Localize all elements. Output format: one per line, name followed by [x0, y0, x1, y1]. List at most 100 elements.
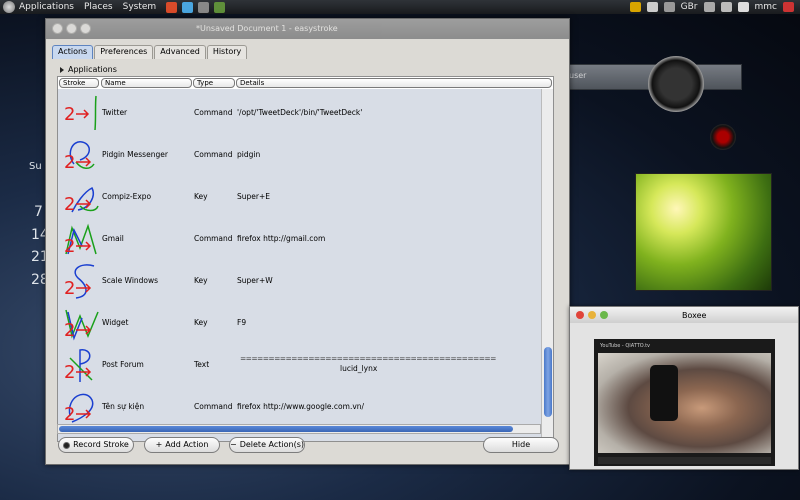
mail-icon[interactable] — [703, 2, 715, 12]
row-type: Command — [194, 234, 233, 243]
desktop-photo — [635, 173, 772, 291]
row-type: Command — [194, 108, 233, 117]
column-name[interactable]: Name — [101, 78, 192, 88]
tab-history[interactable]: History — [206, 45, 248, 59]
svg-text:2: 2 — [64, 104, 75, 125]
table-row[interactable]: 2 Pidgin Messenger Command pidgin — [58, 134, 553, 176]
ubuntu-logo-icon[interactable] — [3, 1, 15, 13]
background-window-label: user — [569, 71, 587, 80]
tree-header: Stroke Name Type Details — [58, 77, 553, 89]
record-stroke-button[interactable]: Record Stroke — [58, 437, 134, 453]
svg-text:2: 2 — [64, 194, 75, 215]
boxee-titlebar[interactable]: Boxee — [570, 307, 798, 323]
horizontal-scrollbar-thumb[interactable] — [59, 426, 513, 432]
terminal-launcher-icon[interactable] — [198, 1, 210, 13]
table-row[interactable]: 2 Tên sự kiện Command firefox http://www… — [58, 386, 553, 428]
notification-icon[interactable] — [629, 2, 641, 12]
group-expander[interactable]: Applications — [60, 65, 117, 74]
easystroke-window: *Unsaved Document 1 - easystroke Actions… — [45, 18, 570, 465]
table-row[interactable]: 2 Compiz-Expo Key Super+E — [58, 176, 553, 218]
window-titlebar[interactable]: *Unsaved Document 1 - easystroke — [46, 19, 569, 39]
row-details-separator: ========================================… — [240, 354, 496, 363]
vertical-scrollbar-thumb[interactable] — [544, 347, 552, 417]
minimize-icon[interactable] — [66, 23, 77, 34]
volume-icon[interactable] — [720, 2, 732, 12]
tab-bar: Actions Preferences Advanced History — [52, 45, 248, 59]
plus-icon: + — [155, 440, 163, 449]
delete-action-label: Delete Action(s) — [239, 440, 304, 449]
phone-image — [650, 365, 678, 421]
close-icon[interactable] — [52, 23, 63, 34]
row-details: Super+W — [237, 276, 273, 285]
row-details: F9 — [237, 318, 247, 327]
group-label: Applications — [68, 65, 117, 74]
tab-preferences[interactable]: Preferences — [94, 45, 154, 59]
mail-launcher-icon[interactable] — [182, 1, 194, 13]
app-launcher-icon[interactable] — [214, 1, 226, 13]
svg-text:2: 2 — [64, 236, 75, 257]
row-name: Pidgin Messenger — [102, 150, 168, 159]
power-icon[interactable] — [783, 2, 794, 12]
network-icon[interactable] — [646, 2, 658, 12]
cpu-gauge-icon — [648, 56, 704, 112]
row-type: Command — [194, 150, 233, 159]
row-name: Tên sự kiện — [102, 402, 145, 411]
add-action-button[interactable]: + Add Action — [144, 437, 220, 453]
firefox-launcher-icon[interactable] — [166, 1, 178, 13]
row-details: pidgin — [237, 150, 261, 159]
keyboard-layout[interactable]: GBr — [681, 2, 698, 12]
row-details: Super+E — [237, 192, 270, 201]
minus-icon: − — [230, 440, 237, 449]
stroke-gesture-icon: 2 — [64, 264, 95, 299]
stroke-gesture-icon: 2 — [64, 309, 99, 341]
menu-applications[interactable]: Applications — [19, 2, 74, 12]
row-details: firefox http://www.google.com.vn/ — [237, 402, 365, 411]
table-row[interactable]: 2 Twitter Command '/opt/'TweetDeck'/bin/… — [58, 92, 553, 134]
maximize-icon[interactable] — [600, 311, 608, 319]
svg-text:2: 2 — [64, 152, 75, 173]
svg-text:2: 2 — [64, 362, 75, 383]
row-details: '/opt/'TweetDeck'/bin/'TweetDeck' — [237, 108, 363, 117]
system-tray: GBr mmc — [629, 0, 794, 14]
hide-button[interactable]: Hide — [483, 437, 559, 453]
chat-status-icon[interactable] — [737, 2, 749, 12]
calendar-weekday: Su — [29, 161, 42, 172]
table-row[interactable]: 2 Widget Key F9 — [58, 302, 553, 344]
table-row[interactable]: 2 Gmail Command firefox http://gmail.com — [58, 218, 553, 260]
column-type[interactable]: Type — [193, 78, 235, 88]
svg-text:2: 2 — [64, 278, 75, 299]
vertical-scrollbar[interactable] — [541, 89, 553, 441]
tab-actions[interactable]: Actions — [52, 45, 94, 59]
svg-text:2: 2 — [64, 320, 75, 341]
table-row[interactable]: 2 Scale Windows Key Super+W — [58, 260, 553, 302]
playback-controls[interactable] — [598, 457, 771, 464]
minimize-icon[interactable] — [588, 311, 596, 319]
boxee-title: Boxee — [682, 311, 707, 320]
actions-tree: Stroke Name Type Details 2 Twitter Comma… — [57, 76, 554, 442]
tab-advanced[interactable]: Advanced — [154, 45, 206, 59]
stroke-gesture-icon: 2 — [64, 186, 99, 215]
row-name: Scale Windows — [102, 276, 159, 285]
row-details: firefox http://gmail.com — [237, 234, 326, 243]
battery-icon[interactable] — [663, 2, 675, 12]
row-type: Text — [194, 360, 210, 369]
column-stroke[interactable]: Stroke — [59, 78, 99, 88]
calendar-day: 7 — [34, 204, 43, 220]
maximize-icon[interactable] — [80, 23, 91, 34]
row-name: Gmail — [102, 234, 124, 243]
video-frame[interactable] — [598, 353, 771, 453]
video-player[interactable]: YouTube - QIATTO.tv — [594, 339, 775, 466]
stroke-gesture-icon: 2 — [64, 223, 97, 257]
table-row[interactable]: 2 Post Forum Text ======================… — [58, 344, 553, 386]
user-menu[interactable]: mmc — [755, 2, 777, 12]
row-name: Widget — [102, 318, 129, 327]
horizontal-scrollbar[interactable] — [57, 424, 541, 434]
close-icon[interactable] — [576, 311, 584, 319]
row-type: Key — [194, 318, 208, 327]
small-gauge-icon — [710, 124, 736, 150]
stroke-gesture-icon: 2 — [64, 95, 97, 131]
menu-system[interactable]: System — [123, 2, 157, 12]
column-details[interactable]: Details — [236, 78, 552, 88]
delete-action-button[interactable]: − Delete Action(s) — [229, 437, 305, 453]
menu-places[interactable]: Places — [84, 2, 113, 12]
